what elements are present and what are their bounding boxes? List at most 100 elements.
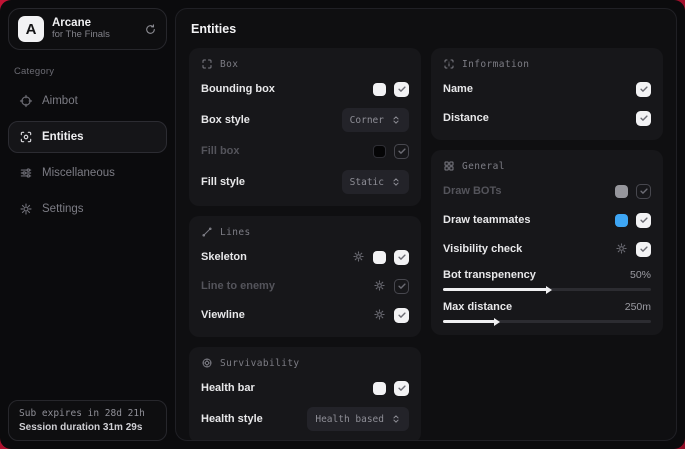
box-card: Box Bounding box Box style (189, 48, 421, 206)
box-style-label: Box style (201, 114, 250, 126)
chevron-updown-icon (391, 410, 401, 428)
viewline-settings-gear-icon[interactable] (373, 306, 386, 324)
fill-style-value: Static (350, 177, 384, 188)
max-distance-control: Max distance 250m (443, 301, 651, 323)
lines-card: Lines Skeleton Line to enemy (189, 216, 421, 337)
health-style-value: Health based (315, 414, 384, 425)
draw-bots-row: Draw BOTs (443, 181, 651, 201)
viewline-label: Viewline (201, 309, 245, 321)
app-logo: A (18, 16, 44, 42)
visibility-settings-gear-icon[interactable] (615, 240, 628, 258)
line-icon (201, 226, 213, 238)
health-style-label: Health style (201, 413, 263, 425)
fill-box-color-swatch[interactable] (373, 145, 386, 158)
distance-label: Distance (443, 112, 489, 124)
health-bar-color-swatch[interactable] (373, 382, 386, 395)
draw-bots-checkbox[interactable] (636, 184, 651, 199)
chevron-updown-icon (391, 173, 401, 191)
scan-icon (19, 130, 33, 144)
bot-transparency-slider[interactable] (443, 288, 651, 291)
box-style-dropdown[interactable]: Corner (342, 108, 409, 132)
skeleton-color-swatch[interactable] (373, 251, 386, 264)
bounding-box-row: Bounding box (201, 79, 409, 99)
health-bar-checkbox[interactable] (394, 381, 409, 396)
app-subtitle: for The Finals (52, 30, 136, 41)
card-title: Lines (220, 227, 251, 238)
grid-icon (443, 160, 455, 172)
sidebar-nav: Aimbot Entities Miscellaneous Settings (8, 85, 167, 225)
visibility-check-checkbox[interactable] (636, 242, 651, 257)
sub-expires-text: Sub expires in 28d 21h (19, 408, 156, 419)
skeleton-label: Skeleton (201, 251, 247, 263)
skeleton-checkbox[interactable] (394, 250, 409, 265)
category-label: Category (14, 66, 163, 77)
max-distance-value: 250m (625, 301, 651, 313)
bot-transparency-value: 50% (630, 269, 651, 281)
sidebar-item-miscellaneous[interactable]: Miscellaneous (8, 157, 167, 189)
bot-transparency-control: Bot transpenency 50% (443, 269, 651, 291)
fill-box-checkbox[interactable] (394, 144, 409, 159)
skeleton-settings-gear-icon[interactable] (352, 248, 365, 266)
viewline-checkbox[interactable] (394, 308, 409, 323)
information-card: Information Name Distance (431, 48, 663, 140)
crosshair-icon (19, 94, 33, 108)
draw-teammates-label: Draw teammates (443, 214, 530, 226)
name-row: Name (443, 79, 651, 99)
sidebar-item-aimbot[interactable]: Aimbot (8, 85, 167, 117)
bot-transparency-label: Bot transpenency (443, 269, 536, 281)
viewline-row: Viewline (201, 305, 409, 325)
draw-teammates-color-swatch[interactable] (615, 214, 628, 227)
draw-teammates-row: Draw teammates (443, 210, 651, 230)
arcane-window: A Arcane for The Finals Category Aimbot … (0, 0, 685, 449)
gear-icon (19, 202, 33, 216)
line-to-enemy-row: Line to enemy (201, 276, 409, 296)
sidebar-item-label: Entities (42, 131, 84, 143)
name-checkbox[interactable] (636, 82, 651, 97)
line-to-enemy-checkbox[interactable] (394, 279, 409, 294)
info-icon (443, 58, 455, 70)
line-to-enemy-settings-gear-icon[interactable] (373, 277, 386, 295)
draw-bots-label: Draw BOTs (443, 185, 501, 197)
page-title: Entities (191, 22, 663, 36)
fill-style-dropdown[interactable]: Static (342, 170, 409, 194)
visibility-check-row: Visibility check (443, 239, 651, 259)
sidebar-item-label: Settings (42, 203, 84, 215)
box-icon (201, 58, 213, 70)
draw-teammates-checkbox[interactable] (636, 213, 651, 228)
slider-fill (443, 320, 495, 323)
health-bar-label: Health bar (201, 382, 255, 394)
refresh-icon[interactable] (144, 23, 157, 36)
card-title: General (462, 161, 505, 172)
general-card: General Draw BOTs Draw teammates (431, 150, 663, 335)
chevron-updown-icon (391, 111, 401, 129)
health-style-dropdown[interactable]: Health based (307, 407, 409, 431)
health-bar-row: Health bar (201, 378, 409, 398)
left-column: Box Bounding box Box style (189, 48, 421, 441)
sidebar-item-entities[interactable]: Entities (8, 121, 167, 153)
bounding-box-color-swatch[interactable] (373, 83, 386, 96)
draw-bots-color-swatch[interactable] (615, 185, 628, 198)
distance-row: Distance (443, 108, 651, 128)
card-title: Box (220, 59, 238, 70)
max-distance-slider[interactable] (443, 320, 651, 323)
bounding-box-checkbox[interactable] (394, 82, 409, 97)
box-style-value: Corner (350, 115, 384, 126)
subscription-card: Sub expires in 28d 21h Session duration … (8, 400, 167, 441)
app-logo-card: A Arcane for The Finals (8, 8, 167, 50)
card-title: Information (462, 59, 529, 70)
fill-style-row: Fill style Static (201, 170, 409, 194)
sidebar-item-settings[interactable]: Settings (8, 193, 167, 225)
name-label: Name (443, 83, 473, 95)
line-to-enemy-label: Line to enemy (201, 280, 275, 292)
sliders-icon (19, 166, 33, 180)
right-column: Information Name Distance (431, 48, 663, 335)
lifebuoy-icon (201, 357, 213, 369)
distance-checkbox[interactable] (636, 111, 651, 126)
main-panel: Entities Box Bounding box (175, 8, 677, 441)
survivability-card: Survivability Health bar Health style (189, 347, 421, 441)
app-stage: A Arcane for The Finals Category Aimbot … (0, 0, 685, 449)
max-distance-label: Max distance (443, 301, 512, 313)
fill-style-label: Fill style (201, 176, 245, 188)
box-style-row: Box style Corner (201, 108, 409, 132)
sidebar: A Arcane for The Finals Category Aimbot … (0, 0, 175, 449)
